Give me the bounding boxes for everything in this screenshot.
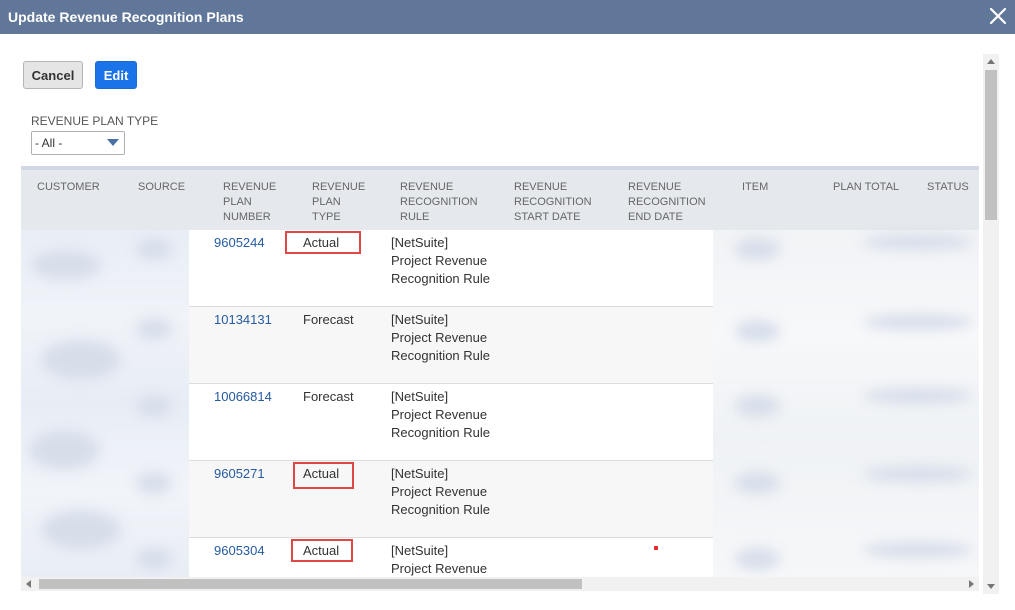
- dialog-titlebar: Update Revenue Recognition Plans: [0, 0, 1015, 34]
- header-item[interactable]: ITEM: [742, 180, 768, 195]
- recognition-rule: [NetSuite] Project Revenue Recognition R…: [391, 312, 491, 363]
- header-status[interactable]: STATUS: [927, 180, 969, 195]
- header-recognition-rule[interactable]: REVENUE RECOGNITION RULE: [400, 180, 478, 225]
- highlight-box: [291, 539, 353, 562]
- item-total-status-redacted: [713, 230, 979, 577]
- highlight-box: [285, 231, 361, 254]
- table-row[interactable]: 9605244 Actual [NetSuite] Project Revenu…: [189, 230, 713, 307]
- edit-button[interactable]: Edit: [95, 61, 137, 89]
- plan-type: Forecast: [303, 312, 354, 327]
- recognition-rule: [NetSuite] Project Revenue Recognition R…: [391, 235, 491, 286]
- chevron-down-icon: [107, 139, 119, 146]
- header-source[interactable]: SOURCE: [138, 180, 185, 195]
- marker-dot: [654, 546, 658, 550]
- plan-type: Forecast: [303, 389, 354, 404]
- header-plan-type[interactable]: REVENUE PLAN TYPE: [312, 180, 365, 225]
- scroll-left-icon[interactable]: [26, 580, 31, 588]
- revenue-plan-type-value: - All -: [35, 136, 63, 150]
- plan-number-link[interactable]: 9605271: [214, 465, 265, 483]
- header-plan-number[interactable]: REVENUE PLAN NUMBER: [223, 180, 276, 225]
- header-plan-total[interactable]: PLAN TOTAL: [833, 180, 899, 195]
- vertical-scroll-thumb[interactable]: [985, 70, 997, 220]
- close-icon[interactable]: [987, 5, 1009, 27]
- table-row[interactable]: 10134131 Forecast [NetSuite] Project Rev…: [189, 307, 713, 384]
- table-row[interactable]: 9605271 Actual [NetSuite] Project Revenu…: [189, 461, 713, 538]
- revenue-plan-type-label: REVENUE PLAN TYPE: [31, 114, 159, 128]
- scroll-up-icon[interactable]: [987, 59, 995, 64]
- plan-number-link[interactable]: 10134131: [214, 311, 272, 329]
- plan-number-link[interactable]: 9605244: [214, 234, 265, 252]
- recognition-rule: [NetSuite] Project Revenue Recognition R…: [391, 543, 488, 576]
- horizontal-scroll-thumb[interactable]: [39, 579, 582, 589]
- plan-number-link[interactable]: 10066814: [214, 388, 272, 406]
- cancel-button[interactable]: Cancel: [23, 61, 83, 89]
- dialog-title: Update Revenue Recognition Plans: [8, 9, 244, 25]
- scroll-down-icon[interactable]: [987, 584, 995, 589]
- vertical-scrollbar[interactable]: [983, 54, 999, 594]
- revenue-plans-table: CUSTOMER SOURCE REVENUE PLAN NUMBER REVE…: [21, 166, 979, 577]
- table-row[interactable]: 10066814 Forecast [NetSuite] Project Rev…: [189, 384, 713, 461]
- revenue-plan-type-select[interactable]: - All -: [31, 131, 125, 155]
- customer-column-redacted: [21, 230, 189, 577]
- header-end-date[interactable]: REVENUE RECOGNITION END DATE: [628, 180, 706, 225]
- scroll-right-icon[interactable]: [969, 580, 974, 588]
- horizontal-scrollbar[interactable]: [21, 577, 979, 591]
- table-row[interactable]: 9605304 Actual [NetSuite] Project Revenu…: [189, 538, 713, 577]
- recognition-rule: [NetSuite] Project Revenue Recognition R…: [391, 389, 491, 440]
- plan-number-link[interactable]: 9605304: [214, 542, 265, 560]
- recognition-rule: [NetSuite] Project Revenue Recognition R…: [391, 466, 491, 517]
- header-customer[interactable]: CUSTOMER: [37, 180, 100, 195]
- highlight-box: [293, 462, 354, 489]
- table-header: CUSTOMER SOURCE REVENUE PLAN NUMBER REVE…: [21, 166, 979, 230]
- header-start-date[interactable]: REVENUE RECOGNITION START DATE: [514, 180, 592, 225]
